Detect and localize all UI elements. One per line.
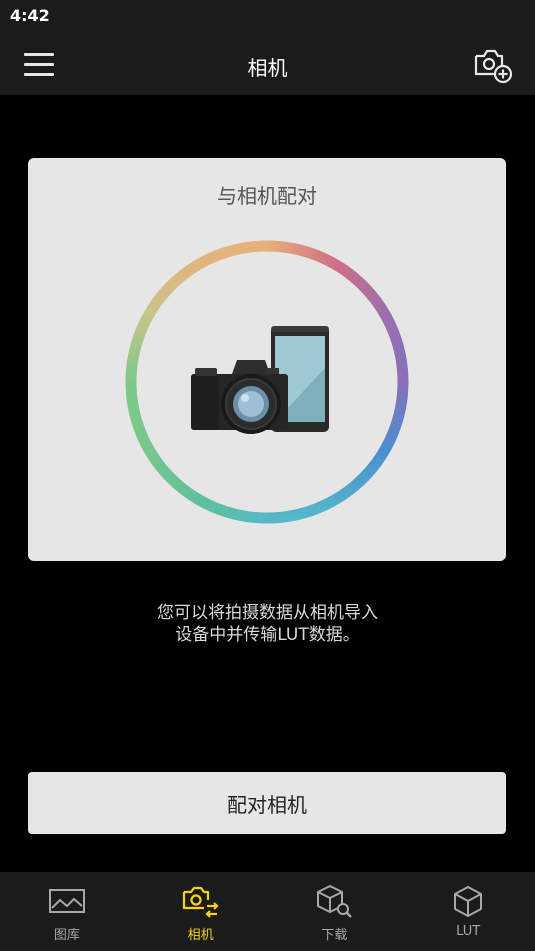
download-search-icon (314, 884, 354, 920)
nav-item-gallery[interactable]: 图库 (0, 872, 134, 951)
camera-transfer-icon (181, 884, 221, 920)
description-line-1: 您可以将拍摄数据从相机导入 (157, 603, 378, 623)
page-title: 相机 (247, 56, 288, 80)
description-text: 您可以将拍摄数据从相机导入 设备中并传输LUT数据。 (0, 602, 535, 646)
add-camera-icon[interactable] (473, 46, 515, 84)
camera-phone-ring-illustration (125, 240, 409, 524)
nav-item-lut[interactable]: LUT (401, 872, 535, 951)
nav-item-camera[interactable]: 相机 (134, 872, 268, 951)
app-bar: 相机 (0, 32, 535, 95)
gallery-icon (47, 884, 87, 920)
description-line-2: 设备中并传输LUT数据。 (175, 625, 360, 645)
pair-camera-button[interactable]: 配对相机 (28, 772, 506, 834)
nav-item-download[interactable]: 下载 (268, 872, 402, 951)
nav-label-lut: LUT (456, 924, 481, 939)
bottom-nav: 图库 相机 下载 LUT (0, 872, 535, 951)
pair-card: 与相机配对 (28, 158, 506, 561)
status-time: 4:42 (10, 6, 50, 25)
nav-label-download: 下载 (321, 928, 348, 943)
lut-cube-icon (448, 884, 488, 920)
card-title: 与相机配对 (217, 184, 317, 208)
nav-label-gallery: 图库 (53, 928, 80, 943)
status-bar: 4:42 (0, 0, 535, 32)
nav-label-camera: 相机 (187, 928, 214, 943)
